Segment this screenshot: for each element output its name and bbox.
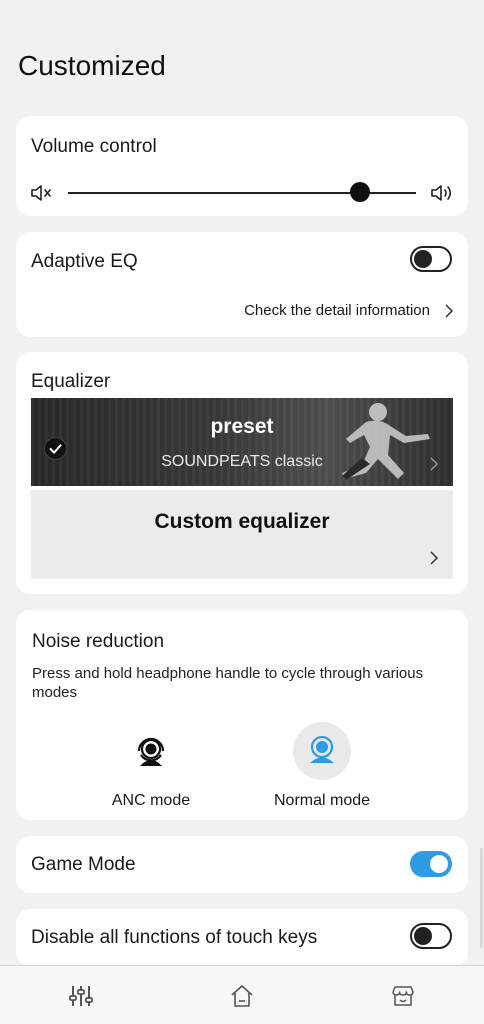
preset-equalizer-tile[interactable]: preset SOUNDPEATS classic — [31, 398, 453, 486]
bottom-navigation — [0, 965, 484, 1024]
adaptive-eq-toggle[interactable] — [410, 246, 452, 272]
noise-reduction-title: Noise reduction — [32, 631, 165, 652]
preset-name: SOUNDPEATS classic — [161, 453, 323, 470]
touch-keys-card: Disable all functions of touch keys — [16, 909, 468, 966]
custom-equalizer-tile[interactable]: Custom equalizer — [31, 490, 453, 579]
anc-mode-label: ANC mode — [111, 792, 191, 809]
normal-mode-option[interactable]: Normal mode — [257, 722, 387, 810]
runner-silhouette-image — [342, 403, 430, 480]
volume-slider-thumb[interactable] — [350, 182, 371, 202]
anc-mode-icon — [137, 737, 165, 766]
equalizer-sliders-icon[interactable] — [68, 983, 94, 1009]
game-mode-card: Game Mode — [16, 836, 468, 893]
volume-mute-icon[interactable] — [30, 183, 54, 203]
toggle-knob — [430, 855, 448, 873]
touch-keys-title: Disable all functions of touch keys — [31, 927, 318, 948]
home-icon[interactable] — [229, 983, 255, 1009]
noise-reduction-description: Press and hold headphone handle to cycle… — [32, 665, 424, 701]
toggle-knob — [414, 250, 432, 268]
game-mode-title: Game Mode — [31, 854, 136, 875]
normal-mode-icon-wrap — [293, 722, 351, 780]
volume-up-icon[interactable] — [430, 182, 454, 204]
page-title: Customized — [18, 50, 166, 81]
equalizer-card: Equalizer preset SOUNDPEATS classic Cust… — [16, 352, 468, 594]
normal-mode-icon — [310, 735, 334, 763]
normal-mode-label: Normal mode — [273, 792, 371, 809]
equalizer-title: Equalizer — [31, 371, 111, 392]
chevron-right-icon — [445, 303, 454, 318]
toggle-knob — [414, 927, 432, 945]
touch-keys-toggle[interactable] — [410, 923, 452, 949]
chevron-right-icon — [430, 457, 439, 471]
preset-label: preset — [210, 415, 274, 438]
detail-info-label: Check the detail information — [244, 302, 430, 319]
adaptive-eq-card: Adaptive EQ Check the detail information — [16, 232, 468, 337]
game-mode-toggle[interactable] — [410, 851, 452, 877]
anc-mode-option[interactable]: ANC mode — [86, 722, 216, 810]
custom-equalizer-label: Custom equalizer — [154, 510, 330, 533]
adaptive-eq-title: Adaptive EQ — [31, 251, 138, 272]
store-icon[interactable] — [390, 983, 416, 1009]
detail-info-link[interactable]: Check the detail information — [244, 302, 454, 319]
chevron-right-icon — [430, 551, 439, 565]
noise-reduction-card: Noise reduction Press and hold headphone… — [16, 610, 468, 820]
scrollbar[interactable] — [480, 848, 483, 948]
check-selected-icon — [44, 437, 67, 460]
anc-mode-icon-wrap — [122, 722, 180, 780]
volume-title: Volume control — [31, 136, 157, 157]
volume-card: Volume control — [16, 116, 468, 216]
